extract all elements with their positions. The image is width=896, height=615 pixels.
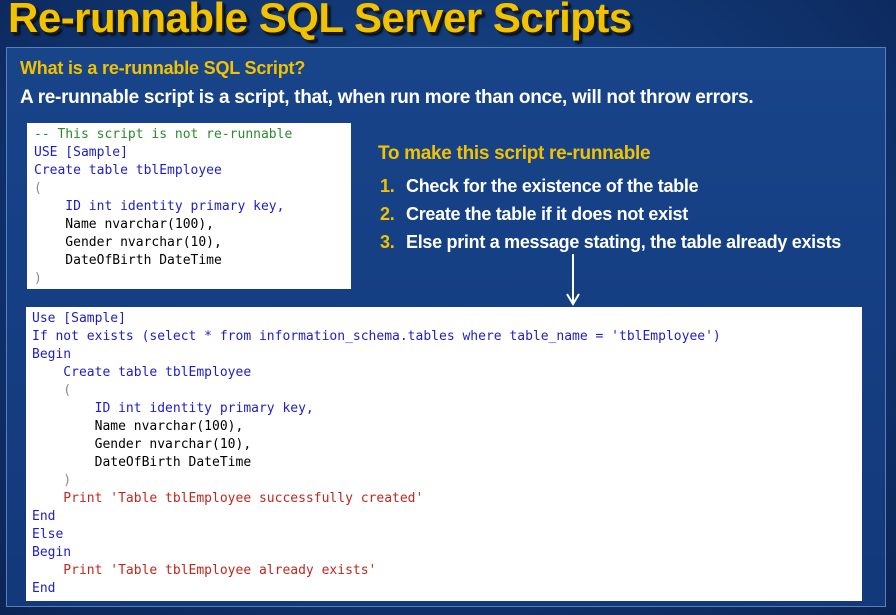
code-line: -- This script is not re-runnable bbox=[34, 127, 293, 142]
step-text: Create the table if it does not exist bbox=[406, 204, 688, 224]
slide-title: Re-runnable SQL Server Scripts bbox=[8, 0, 632, 41]
step-number: 1. bbox=[380, 176, 395, 196]
step-text: Else print a message stating, the table … bbox=[406, 232, 841, 252]
step-number: 3. bbox=[380, 232, 395, 252]
code-line: ID int identity primary key, bbox=[32, 401, 314, 416]
definition-text: A re-runnable script is a script, that, … bbox=[20, 87, 754, 108]
down-arrow-icon bbox=[566, 254, 580, 306]
code-line: If not exists (select * from information… bbox=[32, 329, 721, 344]
code-line: End bbox=[32, 509, 56, 524]
code-line: ( bbox=[34, 181, 42, 196]
step-text: Check for the existence of the table bbox=[406, 176, 699, 196]
code-line: Gender nvarchar(10), bbox=[34, 235, 222, 250]
code-line: Begin bbox=[32, 545, 72, 560]
code-line: ID int identity primary key, bbox=[34, 199, 285, 214]
step-item: 1. Check for the existence of the table bbox=[380, 172, 860, 200]
original-script-box: -- This script is not re-runnable USE [S… bbox=[27, 123, 351, 289]
code-line: DateOfBirth DateTime bbox=[34, 253, 222, 268]
code-line: Print 'Table tblEmployee successfully cr… bbox=[32, 491, 424, 506]
code-line: Gender nvarchar(10), bbox=[32, 437, 252, 452]
code-line: ( bbox=[32, 383, 72, 398]
code-line: Name nvarchar(100), bbox=[32, 419, 244, 434]
code-line: Create table tblEmployee bbox=[34, 163, 222, 178]
code-line: DateOfBirth DateTime bbox=[32, 455, 252, 470]
code-line: Use [Sample] bbox=[32, 311, 126, 326]
code-line: Name nvarchar(100), bbox=[34, 217, 215, 232]
code-line: Print 'Table tblEmployee already exists' bbox=[32, 563, 377, 578]
step-number: 2. bbox=[380, 204, 395, 224]
code-line: USE [Sample] bbox=[34, 145, 128, 160]
code-line: Create table tblEmployee bbox=[32, 365, 252, 380]
code-line: ) bbox=[34, 271, 42, 286]
code-line: Else bbox=[32, 527, 64, 542]
instruction-steps: 1. Check for the existence of the table … bbox=[380, 172, 860, 256]
code-line: End bbox=[32, 581, 56, 596]
step-item: 3. Else print a message stating, the tab… bbox=[380, 228, 860, 256]
rerunnable-script-box: Use [Sample] If not exists (select * fro… bbox=[26, 307, 862, 601]
instructions-heading: To make this script re-runnable bbox=[378, 143, 651, 164]
step-item: 2. Create the table if it does not exist bbox=[380, 200, 860, 228]
code-line: ) bbox=[32, 473, 72, 488]
code-line: Begin bbox=[32, 347, 72, 362]
question-heading: What is a re-runnable SQL Script? bbox=[20, 58, 306, 78]
